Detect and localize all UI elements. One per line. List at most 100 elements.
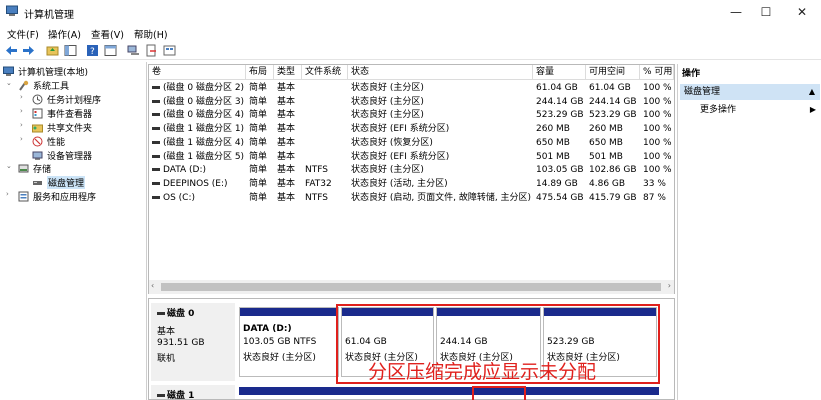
close-button[interactable]: ✕ (782, 0, 821, 24)
disk-1-label[interactable]: 磁盘 1 (151, 385, 235, 399)
col-capacity-cell: 523.29 GB (536, 110, 584, 121)
tree-item-event-viewer[interactable]: › 事件查看器 (20, 107, 143, 120)
table-row[interactable]: (磁盘 0 磁盘分区 3) 简单 基本 状态良好 (主分区) 244.14 GB 244.… (149, 96, 674, 108)
expand-arrow[interactable]: › (6, 190, 14, 198)
help-icon[interactable]: ? (86, 44, 99, 57)
view-icon[interactable] (163, 44, 176, 57)
col-status-cell: 状态良好 (EFI 系统分区) (351, 151, 450, 162)
col-layout-cell: 简单 (249, 83, 268, 93)
volume-list: 卷布局 类型 文件系统 状态 容量 可用空间% 可用 (磁盘 0 磁盘分区 2) 简单 基本状… (148, 64, 675, 294)
disk-name: 磁盘 0 (157, 306, 194, 319)
col-type-cell: 基本 (277, 96, 296, 107)
col-type-header[interactable]: 类型 (274, 65, 302, 80)
col-free-space-cell: 415.79 GB (589, 192, 637, 203)
col-layout-header[interactable]: 布局 (246, 65, 274, 80)
volume-icon (152, 113, 160, 117)
tree-item-storage[interactable]: ⌄ 存储 (6, 162, 143, 175)
col-type-cell: 基本 (277, 137, 296, 148)
actions-section-disk-management[interactable]: 磁盘管理 ▲ (680, 84, 820, 100)
actions-header: 操作 (682, 69, 701, 79)
connect-icon[interactable] (127, 44, 140, 57)
col-percent-free-header[interactable]: % 可用 (640, 65, 674, 80)
table-row[interactable]: DEEPINOS (E:) 简单 基本 FAT32 状态良好 (活动, 主分区) 14.8… (149, 178, 674, 190)
services-icon (18, 191, 29, 202)
volume-name: DEEPINOS (E:) (163, 178, 228, 189)
table-row[interactable]: (磁盘 1 磁盘分区 5) 简单 基本 状态良好 (EFI 系统分区) 501 MB 50… (149, 151, 674, 163)
col-type-cell: 基本 (277, 83, 296, 93)
tree-item-system-tools[interactable]: ⌄ 系统工具 (6, 79, 143, 92)
col-free-space-cell: 260 MB (589, 124, 623, 135)
col-layout-cell: 简单 (249, 124, 268, 135)
volume-icon (152, 140, 160, 144)
properties-icon[interactable] (104, 44, 117, 57)
tree-item-performance[interactable]: › 性能 (20, 135, 143, 148)
expand-arrow[interactable]: › (20, 107, 28, 115)
table-row[interactable]: (磁盘 1 磁盘分区 1) 简单 基本 状态良好 (EFI 系统分区) 260 MB 26… (149, 123, 674, 135)
menu-view[interactable]: 查看(V) (91, 27, 124, 41)
window-title: 计算机管理 (24, 10, 74, 21)
forward-icon[interactable] (22, 44, 35, 57)
partition-data-d[interactable]: DATA (D:) 103.05 GB NTFS 状态良好 (主分区) (239, 307, 339, 377)
table-row[interactable]: (磁盘 1 磁盘分区 4) 简单 基本 状态良好 (恢复分区) 650 MB 650 MB… (149, 137, 674, 149)
section-label: 磁盘管理 (684, 87, 721, 97)
disk-0-label[interactable]: 磁盘 0 基本 931.51 GB 联机 (151, 303, 235, 381)
col-free-space-header[interactable]: 可用空间 (586, 65, 640, 80)
col-volume-cell: OS (C:) (149, 192, 246, 204)
tree-item-disk-management[interactable]: 磁盘管理 (20, 176, 143, 189)
col-volume-header[interactable]: 卷 (149, 65, 246, 80)
disk-icon (33, 181, 42, 185)
table-row[interactable]: OS (C:) 简单 基本 NTFS 状态良好 (启动, 页面文件, 故障转储, 主分区… (149, 192, 674, 204)
tree-item-task-scheduler[interactable]: › 任务计划程序 (20, 93, 143, 106)
show-hide-tree-icon[interactable] (64, 44, 77, 57)
col-status-header[interactable]: 状态 (348, 65, 533, 80)
expand-arrow[interactable]: › (20, 135, 28, 143)
tree-item-computer-management[interactable]: 计算机管理(本地) (3, 65, 143, 78)
horizontal-scrollbar[interactable]: ‹ › (149, 280, 674, 294)
up-folder-icon[interactable] (46, 44, 59, 57)
svg-text:?: ? (90, 47, 95, 57)
actions-pane: 操作 磁盘管理 ▲ 更多操作 ▶ (677, 64, 821, 400)
maximize-button[interactable]: ☐ (746, 0, 786, 24)
table-row[interactable]: (磁盘 0 磁盘分区 2) 简单 基本 状态良好 (主分区) 61.04 GB 61.04… (149, 82, 674, 94)
disk-icon (157, 394, 165, 397)
toolbar: ? (0, 41, 821, 60)
expand-arrow[interactable]: ⌄ (6, 162, 14, 170)
export-icon[interactable] (145, 44, 158, 57)
volume-name: (磁盘 1 磁盘分区 1) (163, 124, 245, 135)
volume-icon (152, 127, 160, 131)
tree-item-label: 服务和应用程序 (33, 193, 97, 203)
submenu-arrow-icon: ▶ (809, 105, 816, 114)
scroll-right-icon[interactable]: › (668, 281, 671, 290)
col-layout-cell: 简单 (249, 110, 268, 121)
table-row[interactable]: DATA (D:) 简单 基本 NTFS 状态良好 (主分区) 103.05 GB 102.… (149, 164, 674, 176)
col-filesystem-cell (302, 96, 348, 108)
expand-arrow[interactable]: ⌄ (6, 79, 14, 87)
back-icon[interactable] (5, 44, 18, 57)
menu-file[interactable]: 文件(F) (7, 27, 39, 41)
col-filesystem-header[interactable]: 文件系统 (302, 65, 348, 80)
volume-name: (磁盘 1 磁盘分区 4) (163, 137, 245, 148)
expand-arrow[interactable]: › (20, 121, 28, 129)
col-free-space-cell: 4.86 GB (589, 178, 626, 189)
tree-item-shared-folders[interactable]: › 共享文件夹 (20, 121, 143, 134)
table-row[interactable]: (磁盘 0 磁盘分区 4) 简单 基本 状态良好 (主分区) 523.29 GB 523.… (149, 109, 674, 121)
scroll-left-icon[interactable]: ‹ (151, 281, 154, 290)
col-capacity-cell: 103.05 GB (536, 165, 584, 176)
scrollbar-thumb[interactable] (161, 283, 661, 291)
menu-help[interactable]: 帮助(H) (134, 27, 168, 41)
more-actions-item[interactable]: 更多操作 ▶ (700, 103, 818, 117)
expand-arrow[interactable]: › (20, 93, 28, 101)
col-status-cell: 状态良好 (主分区) (351, 96, 424, 107)
col-volume-cell: (磁盘 1 磁盘分区 5) (149, 151, 246, 163)
tree-item-services-applications[interactable]: › 服务和应用程序 (6, 190, 143, 203)
col-capacity-header[interactable]: 容量 (533, 65, 586, 80)
title-bar: 计算机管理 — ☐ ✕ (0, 0, 821, 24)
col-volume-cell: (磁盘 0 磁盘分区 4) (149, 109, 246, 121)
col-filesystem-cell: NTFS (305, 165, 328, 176)
menu-action[interactable]: 操作(A) (48, 27, 81, 41)
collapse-icon[interactable]: ▲ (809, 84, 815, 100)
tree-item-device-manager[interactable]: 设备管理器 (32, 149, 143, 162)
annotation-text: 分区压缩完成应显示未分配 (368, 361, 597, 383)
partition-status: 状态良好 (主分区) (243, 353, 316, 363)
col-filesystem-cell (302, 109, 348, 121)
